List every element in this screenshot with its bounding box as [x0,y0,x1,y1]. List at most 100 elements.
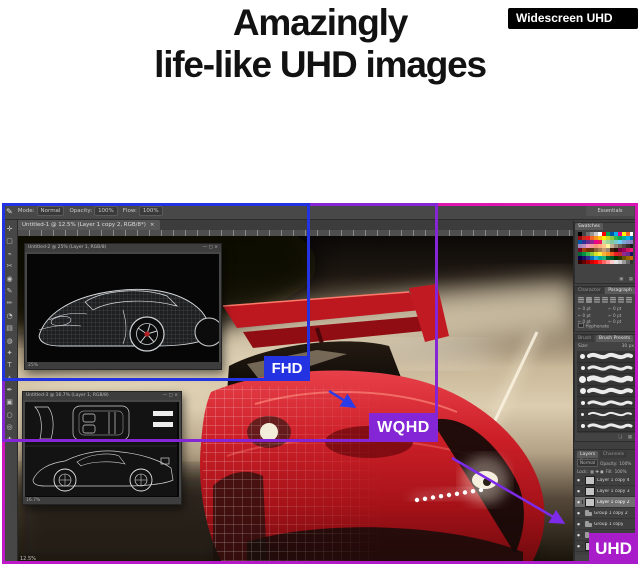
visibility-eye-icon[interactable]: ● [575,500,583,504]
visibility-eye-icon[interactable]: ● [575,511,583,515]
paragraph-field[interactable]: ⇤0 pt [578,313,606,318]
layers-footer-icon[interactable]: ∞ [594,557,598,562]
brush-preset-row[interactable] [577,386,635,398]
wireframe-window-titlebar[interactable]: Untitled-2 @ 25% (Layer 1, RGB/8) — ▢ × [25,244,221,252]
indent-icon: ⇤ [578,306,582,311]
blend-mode-row: Normal Opacity: 100% [575,459,637,467]
ps-tool-icon[interactable]: ◮ [7,372,12,384]
lock-icons[interactable]: ▦ ✚ ◼ [590,469,604,474]
ps-tool-icon[interactable]: ✎ [7,285,13,297]
paragraph-field[interactable]: ⇤0 pt [609,313,637,318]
group-folder-icon [585,534,592,539]
ps-tool-icon[interactable]: ◎ [6,421,12,433]
window-buttons-icon[interactable]: — ▢ × [203,244,218,252]
layer-name: Group 1 copy 3 [594,533,628,538]
brush-tip-icon [578,424,587,428]
tab-channels[interactable]: Channels [600,451,627,458]
align-button-icon[interactable] [626,297,632,303]
brush-tool-icon[interactable]: ✎ [6,207,13,216]
paragraph-field[interactable]: ⇤0 pt [609,306,637,311]
layer-row[interactable]: ●Group 1 copy [575,519,637,530]
ps-tool-icon[interactable]: ▣ [6,396,13,408]
tab-layers[interactable]: Layers [577,451,598,458]
ps-tool-icon[interactable]: T [7,359,11,371]
layer-row[interactable]: ●Group 1 copy 2 [575,508,637,519]
brush-preset-row[interactable] [577,432,635,433]
layer-row[interactable]: ●Layer 1 [575,541,637,552]
layer-row[interactable]: ● Layer 1 copy 2 [575,497,637,508]
ps-tool-icon[interactable]: ○ [6,409,12,421]
ps-tool-icon[interactable]: ⌁ [7,248,11,260]
ps-tool-icon[interactable]: ◍ [6,335,12,347]
ps-tool-icon[interactable]: ◉ [6,273,12,285]
blueprint-window[interactable]: Untitled-3 @ 16.7% (Layer 1, RGB/8) — ▢ … [22,391,182,505]
visibility-eye-icon[interactable]: ● [575,522,583,526]
blend-mode-select[interactable]: Normal [577,459,598,467]
brush-preset-row[interactable] [577,409,635,421]
brush-tip-icon [578,413,587,416]
visibility-eye-icon[interactable]: ● [575,489,583,493]
layer-row[interactable]: ● Group 1 copy 3 [575,530,637,541]
ps-document-tab[interactable]: Untitled-1 @ 12.5% (Layer 1 copy 2, RGB/… [17,220,160,230]
mode-dropdown[interactable]: Mode: Normal [18,206,65,216]
brush-preset-row[interactable] [577,421,635,433]
tab-brush-presets[interactable]: Brush Presets [596,335,633,342]
layers-footer-icon[interactable]: ⊞ [623,557,627,562]
ps-tool-icon[interactable]: ✚ [7,434,13,446]
flow-control[interactable]: Flow: 100% [123,206,163,216]
tab-paragraph[interactable]: Paragraph [605,287,635,294]
blueprint-window-titlebar[interactable]: Untitled-3 @ 16.7% (Layer 1, RGB/8) — ▢ … [23,392,181,400]
ps-tool-icon[interactable]: ✏ [7,297,13,309]
align-button-icon[interactable] [618,297,624,303]
layers-footer-icon[interactable]: fx [601,557,605,562]
layer-row[interactable]: ●Layer 1 copy 3 [575,486,637,497]
align-button-icon[interactable] [594,297,600,303]
hyphenate-checkbox[interactable]: Hyphenate [578,323,609,330]
checkbox-icon[interactable] [578,323,584,329]
brush-preset-row[interactable] [577,374,635,386]
ps-tool-icon[interactable]: ◔ [6,310,12,322]
visibility-eye-icon[interactable]: ● [575,544,583,548]
paragraph-field[interactable]: ⇤0 pt [578,306,606,311]
brush-footer-icons[interactable]: ❏ ▦ [618,435,634,440]
layer-name: Layer 1 copy 2 [597,500,630,505]
layers-footer-icons: ∞fx ◐❏⊞▦ [575,555,637,563]
layers-footer-icon[interactable]: ▦ [630,557,634,562]
align-button-icon[interactable] [610,297,616,303]
brush-preset-row[interactable] [577,363,635,375]
brush-stroke-preview [587,398,633,408]
workspace-switcher-button[interactable]: Essentials [586,206,634,216]
swatches-footer-icons[interactable]: ▣ ▦ [619,277,635,282]
layers-footer-icon[interactable]: ❏ [616,557,620,562]
tab-brush[interactable]: Brush [575,335,594,342]
align-button-icon[interactable] [578,297,584,303]
brush-preset-row[interactable] [577,351,635,363]
wireframe-car-drawing [27,254,219,360]
ps-tool-icon[interactable]: ▤ [6,322,13,334]
brush-stroke-preview [587,432,633,433]
swatch[interactable] [630,260,634,264]
layer-name: Layer 1 copy 4 [597,478,630,483]
brush-preset-row[interactable] [577,397,635,409]
window-buttons-icon[interactable]: — ▢ × [163,392,178,400]
ps-tool-icon[interactable]: ✒ [7,384,13,396]
layers-panel: Layers Channels Paths Normal Opacity: 10… [574,449,638,564]
align-button-icon[interactable] [602,297,608,303]
paragraph-field[interactable]: ⇤0 pt [609,319,637,324]
ps-tool-icon[interactable]: ✂ [7,260,13,272]
visibility-eye-icon[interactable]: ● [575,533,583,537]
tab-close-icon[interactable]: × [150,220,155,230]
wireframe-window[interactable]: Untitled-2 @ 25% (Layer 1, RGB/8) — ▢ × [24,243,222,370]
ps-tool-icon[interactable]: ✛ [7,223,13,235]
brush-size-row: Size: 30 px [578,344,634,349]
layers-footer-icon[interactable]: ◐ [609,557,613,562]
tab-character[interactable]: Character [575,287,604,294]
layer-row[interactable]: ● Layer 1 copy 4 [575,475,637,486]
opacity-control[interactable]: Opacity: 100% [69,206,117,216]
align-button-icon[interactable] [586,297,592,303]
ps-tool-icon[interactable]: ▢ [6,235,13,247]
tab-swatches[interactable]: Swatches [575,223,603,230]
ps-tool-icon[interactable]: ✦ [7,347,13,359]
visibility-eye-icon[interactable]: ● [575,478,583,482]
zoom-level[interactable]: 12.5% [20,556,36,562]
